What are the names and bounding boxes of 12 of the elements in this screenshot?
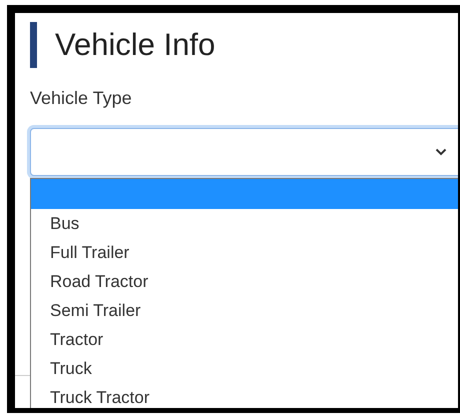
field-label: Vehicle Type <box>30 87 133 110</box>
dropdown-option[interactable]: Bus <box>31 209 458 238</box>
caret-icon <box>435 148 447 156</box>
dropdown-option[interactable]: Semi Trailer <box>31 296 458 325</box>
dropdown-option[interactable]: Full Trailer <box>31 238 458 267</box>
dropdown-option[interactable]: Road Tractor <box>31 267 458 296</box>
dropdown-option[interactable]: Tractor <box>31 325 458 354</box>
dropdown-option[interactable]: Truck Tractor <box>31 383 458 408</box>
dropdown-option[interactable]: Truck <box>31 354 458 383</box>
select-field[interactable] <box>30 128 458 176</box>
section-title: Vehicle Info <box>55 26 216 64</box>
accent-bar <box>30 22 37 68</box>
